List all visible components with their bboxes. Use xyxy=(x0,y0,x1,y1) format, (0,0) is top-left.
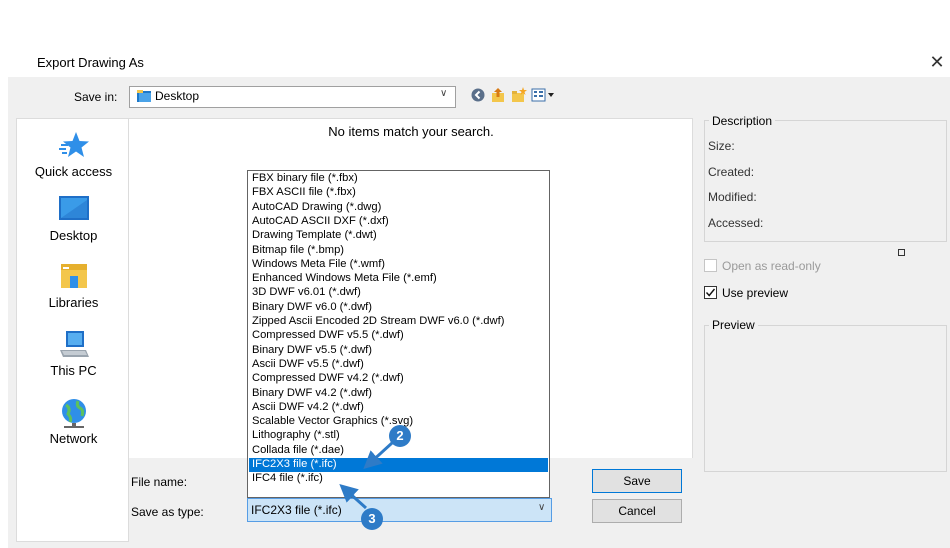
place-desktop[interactable]: Desktop xyxy=(17,195,130,243)
file-type-option[interactable]: AutoCAD ASCII DXF (*.dxf) xyxy=(249,215,548,229)
file-type-option[interactable]: IFC2X3 file (*.ifc) xyxy=(249,458,548,472)
place-label: Network xyxy=(49,431,98,446)
callout-badge-3: 3 xyxy=(361,508,383,530)
open-read-only-label: Open as read-only xyxy=(722,259,821,273)
desktop-icon xyxy=(58,196,89,220)
place-label: Quick access xyxy=(34,164,113,179)
checkmark-icon xyxy=(705,288,716,297)
file-type-option[interactable]: FBX binary file (*.fbx) xyxy=(249,172,548,186)
file-type-option[interactable]: Drawing Template (*.dwt) xyxy=(249,229,548,243)
computer-icon xyxy=(59,331,89,357)
star-icon xyxy=(58,132,89,157)
place-label: Desktop xyxy=(49,228,98,243)
size-label: Size: xyxy=(708,139,735,153)
save-button[interactable]: Save xyxy=(592,469,682,493)
preview-group xyxy=(704,325,947,472)
new-folder-icon[interactable] xyxy=(511,87,527,103)
file-type-dropdown: FBX binary file (*.fbx) FBX ASCII file (*… xyxy=(247,170,550,498)
file-type-option[interactable]: FBX ASCII file (*.fbx) xyxy=(249,186,548,200)
use-preview-label: Use preview xyxy=(722,286,789,300)
callout-badge-2: 2 xyxy=(389,425,411,447)
top-strip xyxy=(8,0,950,49)
place-quick-access[interactable]: Quick access xyxy=(17,129,130,179)
modified-label: Modified: xyxy=(708,190,757,204)
file-type-option[interactable]: Enhanced Windows Meta File (*.emf) xyxy=(249,272,548,286)
place-network[interactable]: Network xyxy=(17,398,130,446)
up-folder-icon[interactable] xyxy=(491,87,505,103)
file-type-option[interactable]: Compressed DWF v5.5 (*.dwf) xyxy=(249,329,548,343)
dialog-title: Export Drawing As xyxy=(37,55,144,70)
file-type-option[interactable]: Binary DWF v5.5 (*.dwf) xyxy=(249,344,548,358)
place-libraries[interactable]: Libraries xyxy=(17,262,130,310)
title-bar xyxy=(8,49,950,77)
views-menu-icon[interactable] xyxy=(531,88,555,102)
resize-handle[interactable] xyxy=(898,249,905,256)
file-type-option[interactable]: Windows Meta File (*.wmf) xyxy=(249,258,548,272)
file-type-option[interactable]: Zipped Ascii Encoded 2D Stream DWF v6.0 … xyxy=(249,315,548,329)
file-type-option[interactable]: Ascii DWF v4.2 (*.dwf) xyxy=(249,401,548,415)
save-as-type-label: Save as type: xyxy=(131,505,204,519)
use-preview-checkbox[interactable] xyxy=(704,286,717,299)
file-type-option[interactable]: Compressed DWF v4.2 (*.dwf) xyxy=(249,372,548,386)
chevron-down-icon[interactable]: ∨ xyxy=(440,88,447,99)
cancel-button[interactable]: Cancel xyxy=(592,499,682,523)
file-type-option[interactable]: IFC4 file (*.ifc) xyxy=(249,472,548,486)
open-read-only-checkbox[interactable] xyxy=(704,259,717,272)
empty-message: No items match your search. xyxy=(328,124,494,139)
preview-title: Preview xyxy=(709,318,758,332)
description-title: Description xyxy=(709,114,776,128)
file-name-label: File name: xyxy=(131,475,188,489)
file-type-option[interactable]: Binary DWF v6.0 (*.dwf) xyxy=(249,301,548,315)
desktop-folder-icon xyxy=(137,90,151,102)
file-type-option[interactable]: Ascii DWF v5.5 (*.dwf) xyxy=(249,358,548,372)
created-label: Created: xyxy=(708,165,755,179)
close-button[interactable]: ✕ xyxy=(926,51,948,73)
file-type-option[interactable]: Bitmap file (*.bmp) xyxy=(249,244,548,258)
chevron-down-icon[interactable]: ∨ xyxy=(538,502,545,513)
back-icon[interactable] xyxy=(471,88,485,102)
libraries-icon xyxy=(60,264,87,288)
save-in-value: Desktop xyxy=(155,89,200,103)
place-this-pc[interactable]: This PC xyxy=(17,330,130,378)
place-label: Libraries xyxy=(48,295,99,310)
place-label: This PC xyxy=(50,363,97,378)
save-as-type-value: IFC2X3 file (*.ifc) xyxy=(251,503,342,517)
save-in-label: Save in: xyxy=(74,90,118,104)
network-icon xyxy=(61,399,86,428)
accessed-label: Accessed: xyxy=(708,216,764,230)
file-type-option[interactable]: AutoCAD Drawing (*.dwg) xyxy=(249,201,548,215)
places-bar: Quick access Desktop Libraries This PC N… xyxy=(16,118,129,542)
file-type-option[interactable]: 3D DWF v6.01 (*.dwf) xyxy=(249,286,548,300)
file-type-option[interactable]: Binary DWF v4.2 (*.dwf) xyxy=(249,387,548,401)
